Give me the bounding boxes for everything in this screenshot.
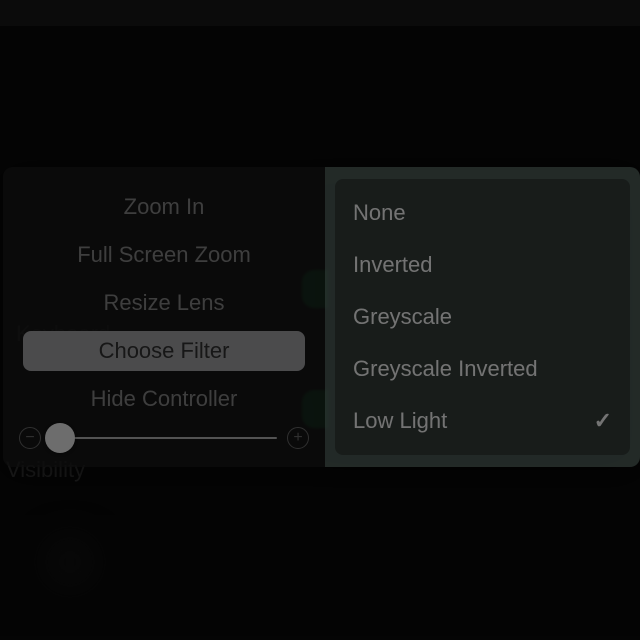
checkmark-icon: ✓ bbox=[594, 408, 612, 434]
menu-item-full-screen-zoom[interactable]: Full Screen Zoom bbox=[3, 231, 325, 279]
window-chrome-hint bbox=[0, 0, 640, 26]
zoom-in-icon[interactable]: + bbox=[287, 427, 309, 449]
zoom-controller-menu: Zoom In Full Screen Zoom Resize Lens Cho… bbox=[3, 167, 325, 467]
menu-item-label: Full Screen Zoom bbox=[77, 242, 251, 268]
menu-item-label: Hide Controller bbox=[91, 386, 238, 412]
zoom-level-slider-row: − + bbox=[19, 427, 309, 449]
menu-item-resize-lens[interactable]: Resize Lens bbox=[3, 279, 325, 327]
background-blur-blob bbox=[40, 532, 100, 592]
filter-option-greyscale-inverted[interactable]: Greyscale Inverted bbox=[335, 343, 630, 395]
slider-thumb[interactable] bbox=[45, 423, 75, 453]
menu-item-zoom-in[interactable]: Zoom In bbox=[3, 183, 325, 231]
filter-submenu: None Inverted Greyscale Greyscale Invert… bbox=[325, 167, 640, 467]
menu-item-label: Zoom In bbox=[124, 194, 205, 220]
zoom-popover: Zoom In Full Screen Zoom Resize Lens Cho… bbox=[0, 167, 640, 467]
filter-option-label: Greyscale bbox=[353, 304, 452, 330]
zoom-out-icon[interactable]: − bbox=[19, 427, 41, 449]
filter-list: None Inverted Greyscale Greyscale Invert… bbox=[335, 179, 630, 455]
menu-item-hide-controller[interactable]: Hide Controller bbox=[3, 375, 325, 423]
filter-option-label: Inverted bbox=[353, 252, 433, 278]
filter-option-low-light[interactable]: Low Light ✓ bbox=[335, 395, 630, 447]
filter-option-inverted[interactable]: Inverted bbox=[335, 239, 630, 291]
menu-item-label: Choose Filter bbox=[99, 338, 230, 364]
menu-item-choose-filter[interactable]: Choose Filter bbox=[23, 331, 305, 371]
zoom-level-slider[interactable] bbox=[51, 437, 277, 439]
filter-option-label: Low Light bbox=[353, 408, 447, 434]
filter-option-label: Greyscale Inverted bbox=[353, 356, 538, 382]
menu-item-label: Resize Lens bbox=[103, 290, 224, 316]
filter-option-none[interactable]: None bbox=[335, 187, 630, 239]
filter-option-label: None bbox=[353, 200, 406, 226]
filter-option-greyscale[interactable]: Greyscale bbox=[335, 291, 630, 343]
